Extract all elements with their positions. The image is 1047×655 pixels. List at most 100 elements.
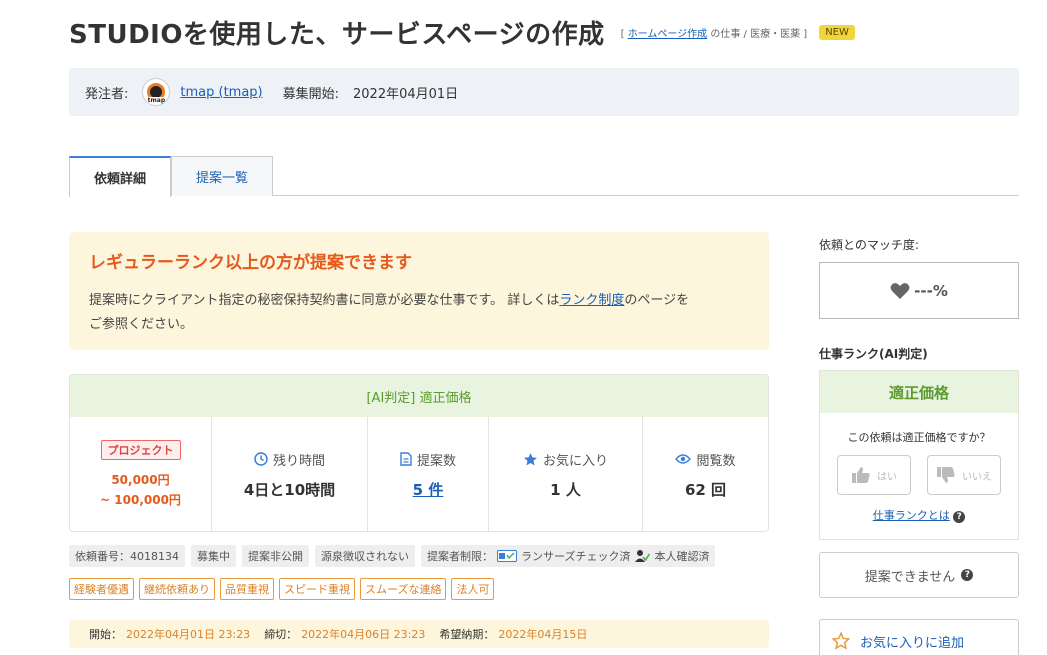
remaining-value: 4日と10時間 bbox=[243, 480, 336, 499]
favorites-label-row: お気に入り bbox=[523, 450, 608, 469]
client-name-link[interactable]: tmap (tmap) bbox=[180, 85, 262, 100]
notice-title: レギュラーランク以上の方が提案できます bbox=[89, 253, 412, 273]
views-label: 閲覧数 bbox=[696, 453, 736, 469]
tab-job-details[interactable]: 依頼詳細 bbox=[69, 156, 171, 197]
new-badge: NEW bbox=[819, 25, 855, 40]
notice-body: 提案時にクライアント指定の秘密保持契約書に同意が必要な仕事です。 詳しくはランク… bbox=[89, 289, 749, 337]
rank-system-link[interactable]: ランク制度 bbox=[559, 293, 624, 308]
job-info-tags: 依頼番号：4018134 募集中 提案非公開 源泉徴収されない 提案者制限： ラ… bbox=[69, 545, 716, 567]
match-box: ---% bbox=[819, 262, 1019, 319]
job-rank-help-link[interactable]: 仕事ランクとは bbox=[873, 509, 950, 522]
delivery-value: 2022年04月15日 bbox=[498, 628, 588, 641]
avatar-logo-text: tmap bbox=[146, 97, 167, 104]
clock-icon bbox=[254, 452, 268, 466]
stat-proposals: 提案数 5 件 bbox=[368, 417, 489, 531]
restriction-tag: 提案者制限： ランサーズチェック済 本人確認済 bbox=[421, 545, 716, 567]
crumb-close-bracket: ] bbox=[803, 29, 808, 40]
job-rank-value: 適正価格 bbox=[820, 371, 1018, 413]
thumbs-down-icon bbox=[937, 467, 955, 483]
match-value: ---% bbox=[914, 281, 948, 300]
rank-notice: レギュラーランク以上の方が提案できます 提案時にクライアント指定の秘密保持契約書… bbox=[69, 232, 769, 350]
recruit-start-label: 募集開始: bbox=[282, 86, 340, 102]
proposals-label-row: 提案数 bbox=[400, 450, 456, 469]
stat-views: 閲覧数 62 回 bbox=[643, 417, 768, 531]
crumb-rest: の仕事 / 医療・医薬 bbox=[710, 29, 801, 40]
recruit-start-date: 2022年04月01日 bbox=[353, 86, 459, 102]
question-icon[interactable]: ? bbox=[953, 511, 966, 523]
pref-tag: スピード重視 bbox=[279, 578, 355, 600]
proposals-count-link[interactable]: 5 件 bbox=[413, 481, 444, 499]
star-outline-icon bbox=[832, 632, 850, 650]
stats-row: プロジェクト 50,000円 ~ 100,000円 残り時間 4日と10時間 提… bbox=[70, 417, 768, 531]
category-link[interactable]: ホームページ作成 bbox=[628, 29, 708, 40]
rank-question: この依頼は適正価格ですか？ bbox=[847, 431, 991, 444]
visibility-tag: 提案非公開 bbox=[242, 545, 309, 567]
delivery-label: 希望納期： bbox=[439, 628, 495, 641]
favorites-label: お気に入り bbox=[542, 453, 608, 469]
stat-price: プロジェクト 50,000円 ~ 100,000円 bbox=[70, 417, 212, 531]
notice-text-after: のページを bbox=[624, 293, 690, 308]
vote-no-label: いいえ bbox=[962, 471, 992, 483]
ai-judgement-header: [AI判定] 適正価格 bbox=[70, 375, 768, 417]
category-breadcrumb: [ ホームページ作成 の仕事 / 医療・医薬 ] bbox=[621, 25, 808, 40]
views-value: 62 回 bbox=[684, 480, 727, 499]
detail-tabs: 依頼詳細 提案一覧 bbox=[69, 156, 1019, 197]
price-max: ~ 100,000円 bbox=[100, 492, 181, 507]
match-label: 依頼とのマッチ度: bbox=[819, 238, 919, 252]
stat-remaining: 残り時間 4日と10時間 bbox=[212, 417, 368, 531]
preference-tags: 経験者優遇 継続依頼あり 品質重視 スピード重視 スムーズな連絡 法人可 bbox=[69, 578, 495, 600]
page-title: STUDIOを使用した、サービスページの作成 bbox=[69, 20, 605, 50]
start-value: 2022年04月01日 23:23 bbox=[126, 628, 251, 641]
price-min: 50,000円 bbox=[111, 472, 170, 487]
notice-text-line2: ご参照ください。 bbox=[89, 317, 194, 332]
thumbs-up-icon bbox=[852, 467, 870, 483]
pref-tag: 経験者優遇 bbox=[69, 578, 134, 600]
document-icon bbox=[400, 452, 412, 466]
remaining-label-row: 残り時間 bbox=[254, 450, 325, 469]
vote-no-button[interactable]: いいえ bbox=[927, 455, 1001, 495]
pref-tag: 継続依頼あり bbox=[139, 578, 215, 600]
rank-help-row: 仕事ランクとは ? bbox=[820, 507, 1018, 523]
withholding-tag: 源泉徴収されない bbox=[315, 545, 415, 567]
cannot-propose-label: 提案できません bbox=[864, 569, 956, 585]
vote-yes-label: はい bbox=[877, 471, 897, 483]
deadline-label: 締切： bbox=[264, 628, 298, 641]
restriction-label: 提案者制限： bbox=[427, 550, 493, 563]
job-number-tag: 依頼番号：4018134 bbox=[69, 545, 185, 567]
pref-tag: 法人可 bbox=[451, 578, 495, 600]
star-icon bbox=[523, 452, 537, 465]
eye-icon bbox=[675, 454, 692, 464]
check-card-icon bbox=[497, 550, 517, 562]
cannot-propose-button[interactable]: 提案できません ? bbox=[819, 552, 1019, 598]
identity-verified-icon bbox=[635, 550, 651, 562]
project-badge: プロジェクト bbox=[100, 439, 181, 460]
vote-row: はい いいえ bbox=[820, 455, 1018, 495]
status-tag: 募集中 bbox=[191, 545, 236, 567]
crumb-open-bracket: [ bbox=[620, 29, 625, 40]
deadline-value: 2022年04月06日 23:23 bbox=[301, 628, 426, 641]
schedule-bar: 開始： 2022年04月01日 23:23 締切： 2022年04月06日 23… bbox=[69, 620, 769, 648]
title-row: STUDIOを使用した、サービスページの作成 [ ホームページ作成 の仕事 / … bbox=[69, 14, 1029, 51]
job-stats: [AI判定] 適正価格 プロジェクト 50,000円 ~ 100,000円 残り… bbox=[69, 374, 769, 532]
proposals-value-wrap: 5 件 bbox=[413, 479, 444, 500]
pref-tag: スムーズな連絡 bbox=[360, 578, 447, 600]
heart-icon bbox=[890, 282, 910, 299]
add-favorite-label: お気に入りに追加 bbox=[860, 635, 965, 651]
client-avatar[interactable]: tmap bbox=[142, 78, 171, 106]
tab-proposal-list[interactable]: 提案一覧 bbox=[171, 156, 273, 196]
remaining-label: 残り時間 bbox=[272, 453, 325, 469]
stat-favorites: お気に入り 1 人 bbox=[489, 417, 643, 531]
vote-yes-button[interactable]: はい bbox=[837, 455, 911, 495]
views-label-row: 閲覧数 bbox=[675, 450, 736, 469]
client-bar: 発注者: tmap tmap (tmap) 募集開始: 2022年04月01日 bbox=[69, 68, 1019, 116]
add-favorite-button[interactable]: お気に入りに追加 bbox=[819, 619, 1019, 655]
job-rank-label: 仕事ランク(AI判定) bbox=[819, 347, 928, 361]
start-label: 開始： bbox=[89, 628, 122, 641]
job-rank-box: 適正価格 この依頼は適正価格ですか？ はい いいえ 仕事ランクとは ? bbox=[819, 370, 1019, 540]
favorites-value: 1 人 bbox=[550, 480, 581, 499]
restriction-id: 本人確認済 bbox=[654, 550, 710, 563]
question-icon: ? bbox=[961, 569, 974, 581]
client-label: 発注者: bbox=[85, 86, 129, 102]
proposals-label: 提案数 bbox=[416, 453, 456, 469]
pref-tag: 品質重視 bbox=[220, 578, 274, 600]
